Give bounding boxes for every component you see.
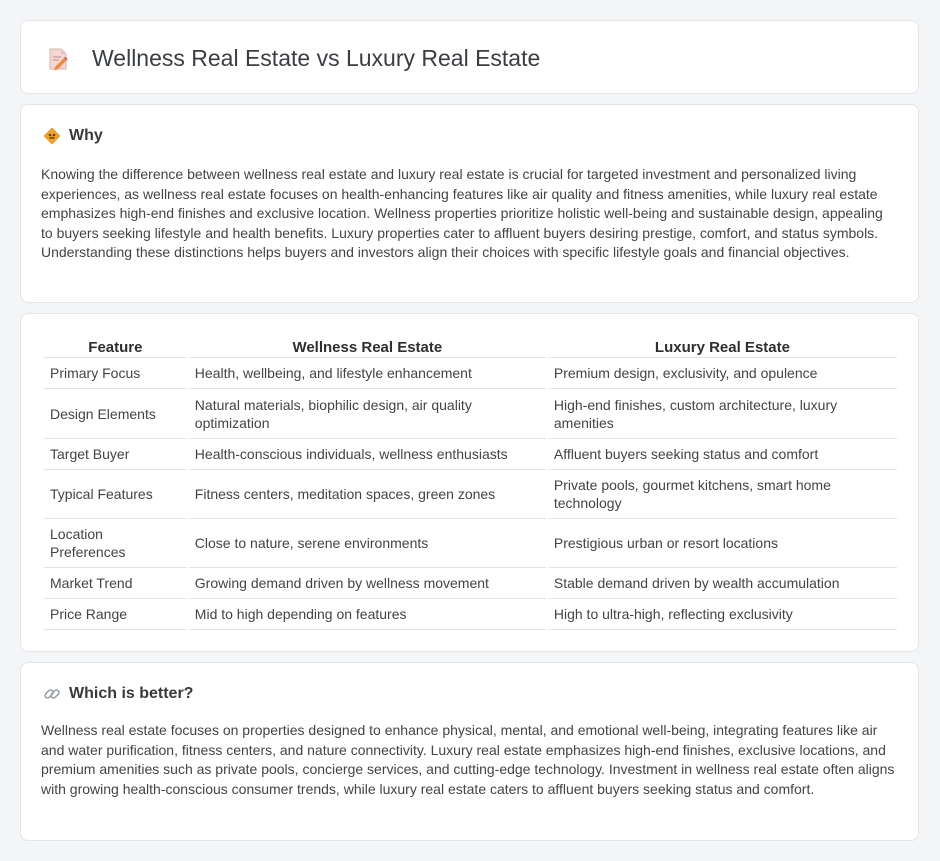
table-row: Location Preferences Close to nature, se… xyxy=(44,519,897,568)
link-icon xyxy=(43,685,61,703)
diamond-sign-icon xyxy=(43,127,61,145)
table-row: Market Trend Growing demand driven by we… xyxy=(44,568,897,599)
table-row: Primary Focus Health, wellbeing, and lif… xyxy=(44,358,897,389)
header-feature: Feature xyxy=(44,334,187,358)
comparison-table: Feature Wellness Real Estate Luxury Real… xyxy=(42,334,899,630)
wellness-cell: Natural materials, biophilic design, air… xyxy=(188,389,546,439)
luxury-cell: Prestigious urban or resort locations xyxy=(547,519,897,568)
header-wellness: Wellness Real Estate xyxy=(188,334,546,358)
luxury-cell: Premium design, exclusivity, and opulenc… xyxy=(547,358,897,389)
why-card: Why Knowing the difference between welln… xyxy=(20,104,919,303)
table-row: Typical Features Fitness centers, medita… xyxy=(44,470,897,519)
feature-cell: Price Range xyxy=(44,599,187,630)
table-header-row: Feature Wellness Real Estate Luxury Real… xyxy=(44,334,897,358)
why-paragraph: Knowing the difference between wellness … xyxy=(41,166,883,260)
feature-cell: Market Trend xyxy=(44,568,187,599)
feature-cell: Primary Focus xyxy=(44,358,187,389)
feature-cell: Design Elements xyxy=(44,389,187,439)
luxury-cell: Affluent buyers seeking status and comfo… xyxy=(547,439,897,470)
wellness-cell: Mid to high depending on features xyxy=(188,599,546,630)
luxury-cell: Private pools, gourmet kitchens, smart h… xyxy=(547,470,897,519)
feature-cell: Target Buyer xyxy=(44,439,187,470)
feature-cell: Location Preferences xyxy=(44,519,187,568)
table-row: Design Elements Natural materials, bioph… xyxy=(44,389,897,439)
better-paragraph: Wellness real estate focuses on properti… xyxy=(41,722,895,797)
title-row: Wellness Real Estate vs Luxury Real Esta… xyxy=(46,45,540,72)
wellness-cell: Close to nature, serene environments xyxy=(188,519,546,568)
wellness-cell: Health-conscious individuals, wellness e… xyxy=(188,439,546,470)
document-pencil-icon xyxy=(46,47,70,71)
why-heading: Why xyxy=(69,127,103,144)
better-heading: Which is better? xyxy=(69,685,194,702)
luxury-cell: High to ultra-high, reflecting exclusivi… xyxy=(547,599,897,630)
luxury-cell: Stable demand driven by wealth accumulat… xyxy=(547,568,897,599)
title-card: Wellness Real Estate vs Luxury Real Esta… xyxy=(20,20,919,94)
comparison-card: Feature Wellness Real Estate Luxury Real… xyxy=(20,313,919,652)
feature-cell: Typical Features xyxy=(44,470,187,519)
page-title: Wellness Real Estate vs Luxury Real Esta… xyxy=(92,45,541,71)
better-heading-row: Which is better? xyxy=(43,685,193,703)
table-row: Price Range Mid to high depending on fea… xyxy=(44,599,897,630)
wellness-cell: Health, wellbeing, and lifestyle enhance… xyxy=(188,358,546,389)
table-row: Target Buyer Health-conscious individual… xyxy=(44,439,897,470)
wellness-cell: Fitness centers, meditation spaces, gree… xyxy=(188,470,546,519)
better-card: Which is better? Wellness real estate fo… xyxy=(20,662,919,841)
why-heading-row: Why xyxy=(43,127,103,145)
header-luxury: Luxury Real Estate xyxy=(547,334,897,358)
luxury-cell: High-end finishes, custom architecture, … xyxy=(547,389,897,439)
wellness-cell: Growing demand driven by wellness moveme… xyxy=(188,568,546,599)
